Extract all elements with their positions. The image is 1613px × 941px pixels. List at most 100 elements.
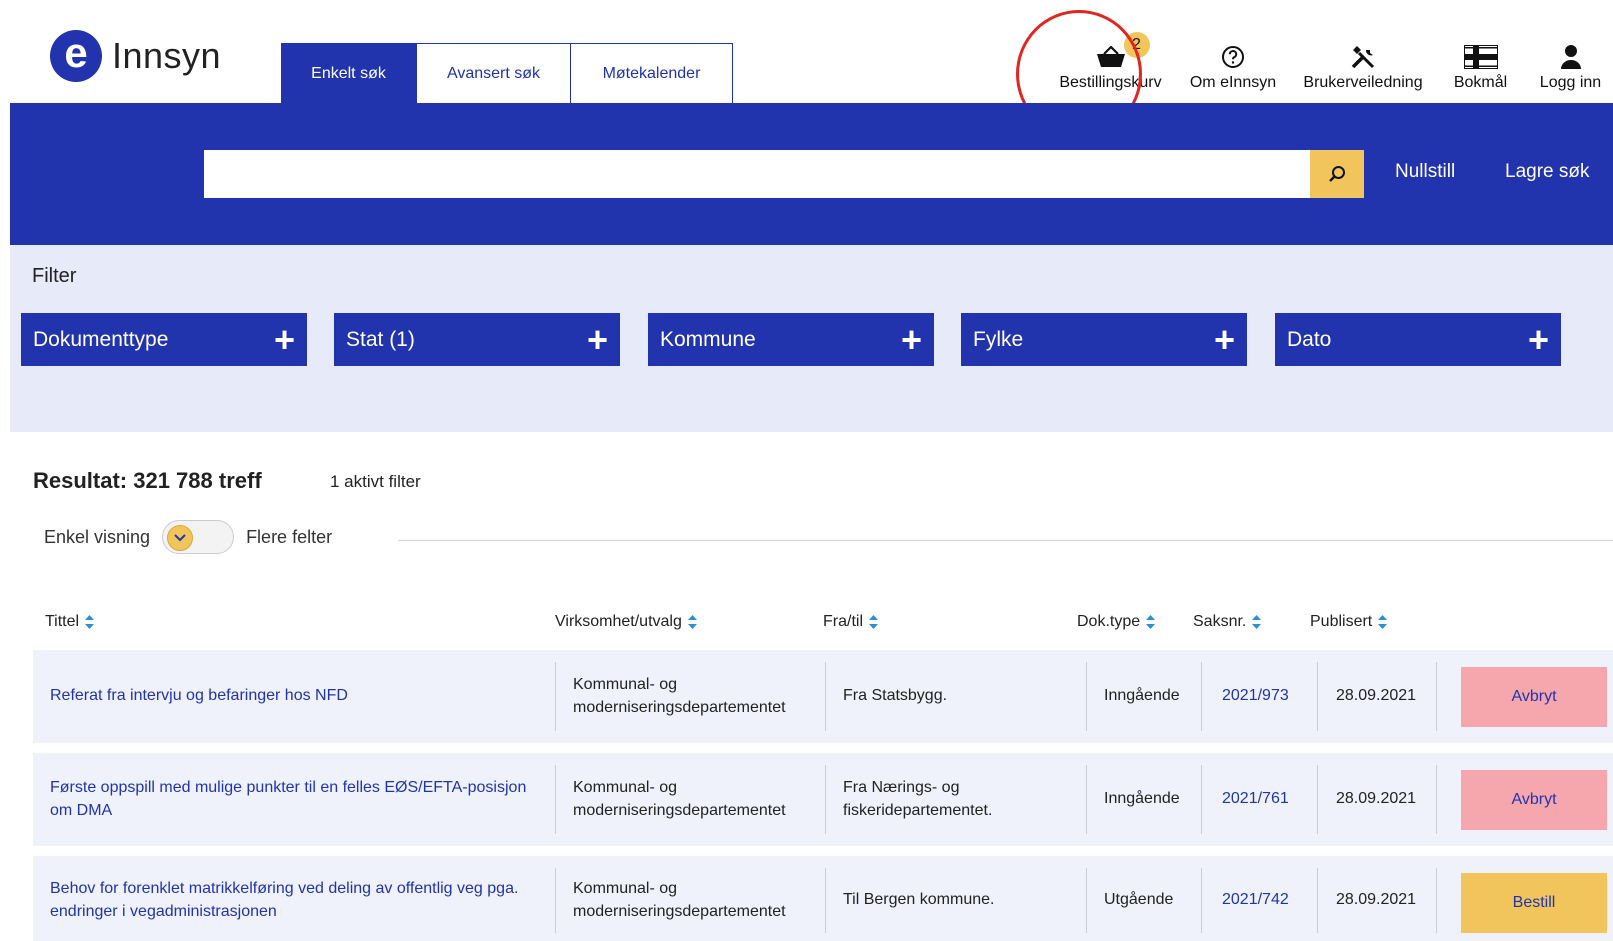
document-title-link[interactable]: Behov for forenklet matrikkelføring ved … bbox=[50, 868, 540, 933]
result-count: Resultat: 321 788 treff bbox=[33, 468, 262, 493]
column-separator bbox=[1201, 765, 1202, 834]
filter-label: Dato bbox=[1287, 327, 1332, 351]
table-row[interactable]: Behov for forenklet matrikkelføring ved … bbox=[33, 856, 1613, 941]
filter-label: Stat (1) bbox=[346, 327, 415, 351]
case-number-link[interactable]: 2021/761 bbox=[1222, 765, 1322, 834]
filter-county[interactable]: Fylke + bbox=[961, 313, 1247, 366]
sort-icon bbox=[1146, 615, 1156, 629]
user-guide-link[interactable]: Brukerveiledning bbox=[1293, 40, 1433, 92]
published-cell: 28.09.2021 bbox=[1336, 891, 1417, 909]
filter-state[interactable]: Stat (1) + bbox=[334, 313, 620, 366]
cancel-order-button[interactable]: Avbryt bbox=[1461, 667, 1607, 727]
column-label: Tittel bbox=[45, 613, 80, 630]
active-filter-count[interactable]: 1 aktivt filter bbox=[330, 472, 421, 492]
search-button[interactable] bbox=[1310, 150, 1364, 198]
header: e Innsyn Enkelt søk Avansert søk Møtekal… bbox=[10, 0, 1613, 103]
doc-type-cell: Inngående bbox=[1104, 790, 1180, 808]
basket-icon: 2 bbox=[1096, 32, 1150, 74]
norway-flag-icon bbox=[1463, 40, 1498, 74]
filter-label: Kommune bbox=[660, 327, 756, 351]
sort-icon bbox=[1252, 615, 1262, 629]
column-title[interactable]: Tittel bbox=[45, 613, 95, 631]
column-separator bbox=[825, 662, 826, 731]
case-number-link[interactable]: 2021/742 bbox=[1222, 868, 1322, 933]
save-search-button[interactable]: Lagre søk bbox=[1505, 161, 1589, 183]
filter-label: Dokumenttype bbox=[33, 327, 169, 351]
from-to-cell: Til Bergen kommune. bbox=[843, 891, 995, 909]
logo[interactable]: e Innsyn bbox=[50, 30, 221, 82]
view-toggle-switch[interactable] bbox=[162, 520, 235, 554]
about-label: Om eInnsyn bbox=[1189, 74, 1277, 91]
column-separator bbox=[1201, 868, 1202, 933]
column-separator bbox=[1086, 765, 1087, 834]
user-icon bbox=[1560, 40, 1582, 74]
column-doc-type[interactable]: Dok.type bbox=[1077, 613, 1156, 631]
agency-cell: Kommunal- og moderniseringsdepartementet bbox=[573, 676, 786, 716]
tools-icon bbox=[1350, 40, 1376, 74]
view-toggle-row: Enkel visning Flere felter bbox=[44, 520, 332, 554]
column-agency[interactable]: Virksomhet/utvalg bbox=[555, 613, 697, 631]
plus-icon: + bbox=[1527, 318, 1549, 360]
order-button[interactable]: Bestill bbox=[1461, 873, 1607, 933]
table-row[interactable]: Referat fra intervju og befaringer hos N… bbox=[33, 650, 1613, 743]
column-label: Virksomhet/utvalg bbox=[555, 613, 682, 630]
sort-icon bbox=[85, 615, 95, 629]
table-header: Tittel Virksomhet/utvalg Fra/til Dok.typ… bbox=[33, 613, 1613, 641]
column-separator bbox=[1436, 868, 1437, 933]
login-button[interactable]: Logg inn bbox=[1528, 40, 1613, 92]
agency-cell: Kommunal- og moderniseringsdepartementet bbox=[573, 779, 786, 819]
column-from-to[interactable]: Fra/til bbox=[823, 613, 878, 631]
sort-icon bbox=[1378, 615, 1388, 629]
top-navigation: 2 Bestillingskurv Om eInnsyn Brukerveile… bbox=[1048, 32, 1613, 92]
logo-name: Innsyn bbox=[112, 35, 222, 76]
table-row[interactable]: Første oppspill med mulige punkter til e… bbox=[33, 753, 1613, 846]
search-icon bbox=[1329, 166, 1345, 182]
document-title-link[interactable]: Første oppspill med mulige punkter til e… bbox=[50, 765, 530, 834]
column-separator bbox=[825, 868, 826, 933]
published-cell: 28.09.2021 bbox=[1336, 687, 1417, 705]
column-separator bbox=[825, 765, 826, 834]
filter-document-type[interactable]: Dokumenttype + bbox=[21, 313, 307, 366]
filter-label: Fylke bbox=[973, 327, 1024, 351]
document-title-link[interactable]: Referat fra intervju og befaringer hos N… bbox=[50, 662, 530, 731]
search-band: Nullstill Lagre søk bbox=[10, 103, 1613, 245]
plus-icon: + bbox=[1213, 318, 1235, 360]
login-label: Logg inn bbox=[1539, 74, 1602, 91]
filter-municipality[interactable]: Kommune + bbox=[648, 313, 934, 366]
basket-count-badge: 2 bbox=[1123, 32, 1150, 58]
column-separator bbox=[1317, 662, 1318, 731]
search-tabs: Enkelt søk Avansert søk Møtekalender bbox=[281, 43, 733, 103]
plus-icon: + bbox=[273, 318, 295, 360]
view-simple-label: Enkel visning bbox=[44, 526, 151, 547]
sort-icon bbox=[869, 615, 878, 629]
divider bbox=[398, 540, 1613, 541]
cancel-order-button[interactable]: Avbryt bbox=[1461, 770, 1607, 830]
column-published[interactable]: Publisert bbox=[1310, 613, 1388, 631]
about-link[interactable]: Om eInnsyn bbox=[1173, 40, 1293, 92]
language-selector[interactable]: Bokmål bbox=[1433, 40, 1528, 92]
filter-date[interactable]: Dato + bbox=[1275, 313, 1561, 366]
column-separator bbox=[555, 662, 556, 731]
plus-icon: + bbox=[586, 318, 608, 360]
filter-title: Filter bbox=[32, 265, 77, 287]
column-label: Saksnr. bbox=[1193, 613, 1247, 630]
question-icon bbox=[1221, 40, 1245, 74]
tab-simple-search[interactable]: Enkelt søk bbox=[281, 43, 416, 103]
tab-advanced-search[interactable]: Avansert søk bbox=[416, 43, 571, 103]
column-separator bbox=[1317, 868, 1318, 933]
from-to-cell: Fra Nærings- og fiskeridepartementet. bbox=[843, 779, 993, 819]
column-separator bbox=[1201, 662, 1202, 731]
column-label: Dok.type bbox=[1077, 613, 1141, 630]
user-guide-label: Brukerveiledning bbox=[1303, 74, 1423, 91]
column-separator bbox=[1086, 662, 1087, 731]
published-cell: 28.09.2021 bbox=[1336, 790, 1417, 808]
reset-button[interactable]: Nullstill bbox=[1395, 161, 1455, 183]
column-separator bbox=[1317, 765, 1318, 834]
search-input[interactable] bbox=[204, 150, 1310, 198]
case-number-link[interactable]: 2021/973 bbox=[1222, 662, 1322, 731]
basket-button[interactable]: 2 Bestillingskurv bbox=[1048, 32, 1173, 92]
tab-meeting-calendar[interactable]: Møtekalender bbox=[570, 43, 733, 103]
doc-type-cell: Inngående bbox=[1104, 687, 1180, 705]
column-case-no[interactable]: Saksnr. bbox=[1193, 613, 1262, 631]
basket-label: Bestillingskurv bbox=[1059, 74, 1162, 91]
